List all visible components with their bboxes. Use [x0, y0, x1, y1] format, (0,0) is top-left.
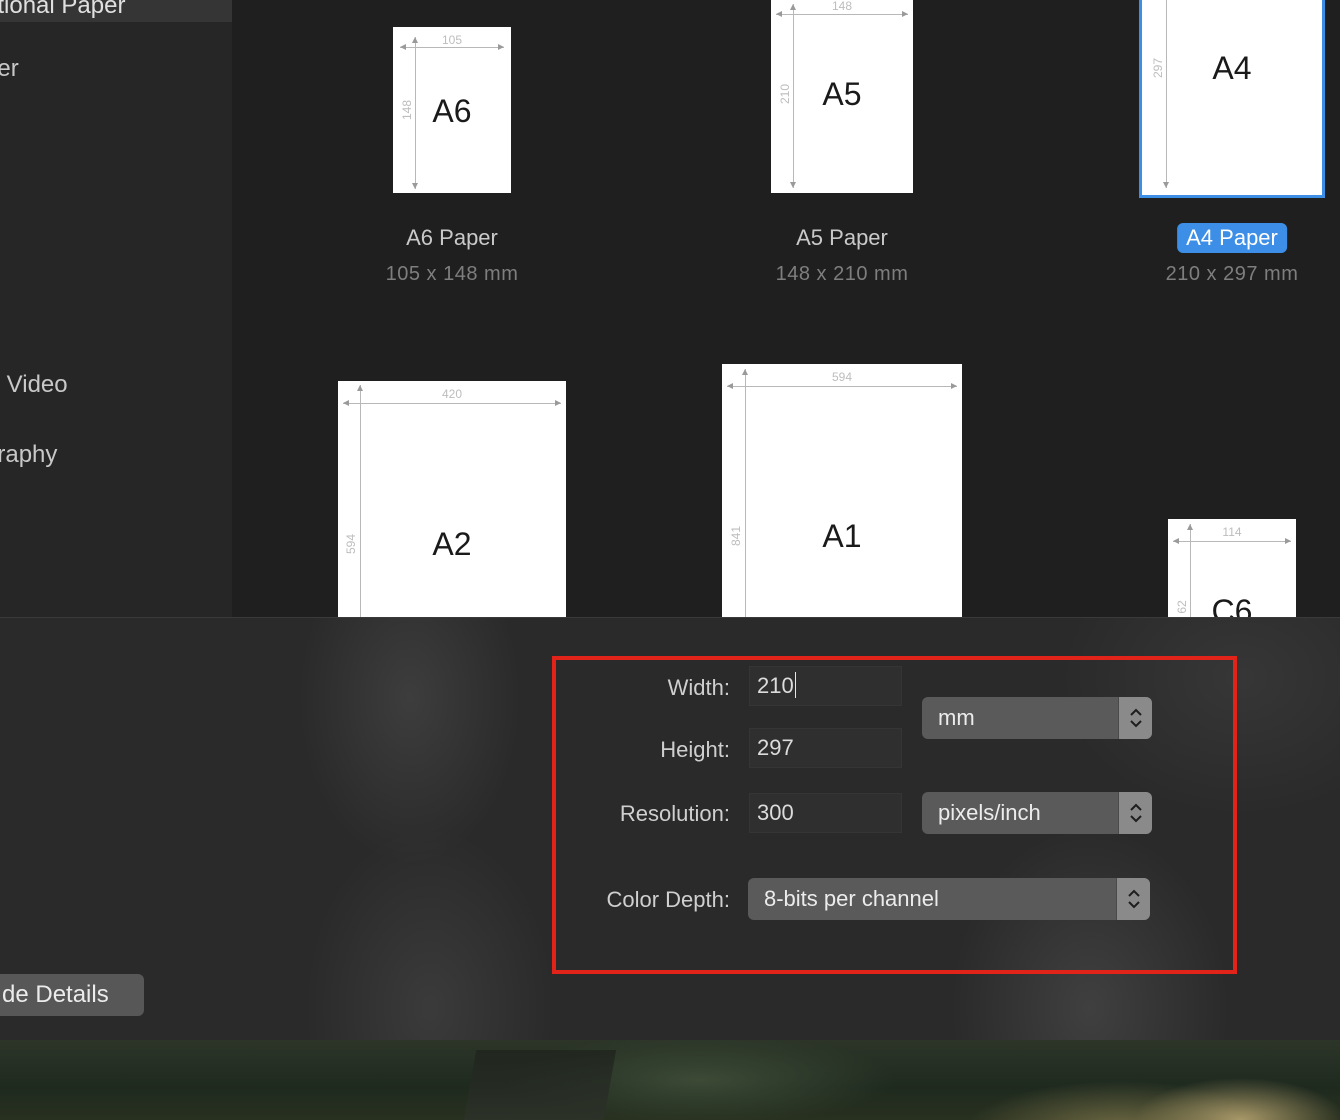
updown-chevron-icon — [1116, 878, 1150, 920]
sidebar-item-label: graphy — [0, 441, 58, 468]
preset-short-name: A1 — [822, 518, 862, 554]
width-label: Width: — [667, 675, 730, 700]
width-dimension-label: 114 — [1219, 526, 1245, 538]
sidebar-item-international-paper[interactable]: ational Paper — [0, 0, 232, 22]
desktop-wallpaper — [0, 1040, 1340, 1120]
units-select[interactable]: mm — [922, 697, 1152, 739]
sidebar-item-label: & Video — [0, 371, 68, 398]
preset-size: 105 x 148 mm — [385, 263, 519, 285]
preset-thumbnail-a5[interactable]: 148 210 A5 — [771, 0, 913, 193]
new-document-window: ational Paper per & Video graphy 105 148… — [0, 0, 1340, 1120]
preset-grid: 105 148 A6 A6 Paper 105 x 148 mm 148 210… — [232, 0, 1340, 617]
hide-details-button-label: de Details — [2, 981, 109, 1008]
color-depth-label: Color Depth: — [606, 887, 730, 912]
preset-short-name: A4 — [1212, 50, 1252, 86]
resolution-units-select-value: pixels/inch — [938, 800, 1041, 825]
sidebar-item-label: per — [0, 55, 19, 82]
preset-name-selected[interactable]: A4 Paper — [1177, 223, 1287, 253]
preset-short-name: A5 — [822, 76, 862, 112]
updown-chevron-icon — [1118, 792, 1152, 834]
height-dimension-line — [1163, 0, 1169, 188]
preset-thumbnail-a1[interactable]: 594 841 A1 — [722, 364, 962, 617]
width-dimension-label: 420 — [438, 388, 466, 400]
sidebar-item-paper[interactable]: per — [0, 53, 19, 85]
preset-thumbnail-c6[interactable]: 114 62 C6 — [1168, 519, 1296, 617]
height-field[interactable]: 297 — [749, 728, 902, 768]
width-dimension-line — [776, 11, 908, 17]
width-dimension-line — [727, 383, 957, 389]
preset-thumbnail-a2[interactable]: 420 594 A2 — [338, 381, 566, 617]
resolution-units-select[interactable]: pixels/inch — [922, 792, 1152, 834]
height-dimension-line — [357, 385, 363, 617]
sidebar-item-label: ational Paper — [0, 0, 126, 19]
text-caret — [794, 672, 796, 699]
preset-name[interactable]: A5 Paper — [796, 223, 888, 253]
preset-short-name: C6 — [1211, 593, 1253, 617]
color-depth-select[interactable]: 8-bits per channel — [748, 878, 1150, 920]
width-dimension-line — [343, 400, 561, 406]
resolution-label: Resolution: — [619, 801, 730, 826]
width-dimension-label: 148 — [828, 0, 856, 12]
updown-chevron-icon — [1118, 697, 1152, 739]
preset-thumbnail-a6[interactable]: 105 148 A6 — [393, 27, 511, 193]
sidebar-item-video[interactable]: & Video — [0, 369, 68, 401]
category-sidebar: ational Paper per & Video graphy — [0, 0, 232, 617]
wallpaper-road — [463, 1050, 617, 1120]
preset-short-name: A6 — [432, 93, 472, 129]
height-label: Height: — [660, 737, 730, 762]
width-dimension-label: 594 — [828, 371, 856, 383]
preset-size: 210 x 297 mm — [1165, 263, 1299, 285]
height-dimension-line — [742, 369, 748, 617]
units-select-value: mm — [938, 705, 975, 730]
resolution-field[interactable]: 300 — [749, 793, 902, 833]
height-value: 297 — [757, 735, 794, 760]
sidebar-item-photography[interactable]: graphy — [0, 439, 57, 471]
hide-details-button[interactable]: de Details — [0, 974, 144, 1016]
resolution-value: 300 — [757, 800, 794, 825]
preset-size: 148 x 210 mm — [775, 263, 909, 285]
preset-name[interactable]: A6 Paper — [406, 223, 498, 253]
preset-short-name: A2 — [432, 526, 472, 562]
width-field[interactable]: 210 — [749, 666, 902, 706]
width-value: 210 — [757, 673, 794, 698]
preset-thumbnail-a4[interactable]: 297 A4 — [1139, 0, 1325, 198]
width-dimension-label: 105 — [438, 34, 466, 46]
color-depth-select-value: 8-bits per channel — [764, 886, 939, 911]
